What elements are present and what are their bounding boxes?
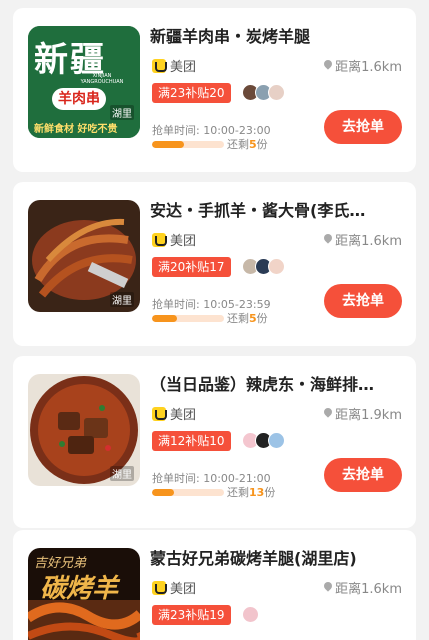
- restaurant-title[interactable]: 蒙古好兄弟碳烤羊腿(湖里店): [150, 548, 404, 570]
- avatar: [242, 606, 259, 623]
- restaurant-title[interactable]: 安达・手抓羊・酱大骨(李氏…: [150, 200, 404, 222]
- restaurant-title[interactable]: （当日品鉴）辣虎东・海鲜排…: [150, 374, 404, 396]
- location-pin-icon: [324, 234, 332, 245]
- distance-label: 距离1.6km: [335, 582, 402, 597]
- meituan-icon: [152, 232, 167, 247]
- location-tag: 湖里: [110, 292, 134, 307]
- thumb-logo-pinyin: XINJIAN YANGROUCHUAN: [80, 73, 124, 85]
- avatar-group: [242, 606, 259, 623]
- restaurant-title[interactable]: 新疆羊肉串・炭烤羊腿: [150, 26, 404, 48]
- platform: 美团: [152, 404, 196, 423]
- meituan-icon: [152, 406, 167, 421]
- avatar-group: [242, 84, 285, 101]
- remaining-stock: 还剩5份: [227, 312, 268, 325]
- stock-progress-fill: [152, 141, 185, 148]
- stock-progress-fill: [152, 489, 174, 496]
- distance: 距离1.9km: [324, 404, 402, 423]
- platform-label: 美团: [170, 582, 197, 597]
- thumb-logo-sub: 羊肉串: [52, 88, 106, 110]
- thumb-text-main: 碳烤羊: [40, 574, 119, 604]
- meituan-icon: [152, 58, 167, 73]
- subsidy-badge: 满12补贴10: [152, 431, 231, 451]
- platform-label: 美团: [170, 408, 197, 423]
- platform-label: 美团: [170, 60, 197, 75]
- location-pin-icon: [324, 60, 332, 71]
- stock-progress-bar: [152, 141, 224, 148]
- deal-card[interactable]: 湖里 （当日品鉴）辣虎东・海鲜排… 美团 距离1.9km 满12补贴10 抢单时…: [13, 356, 416, 528]
- remaining-stock: 还剩5份: [227, 138, 268, 151]
- grab-deal-button[interactable]: 去抢单: [324, 284, 402, 318]
- deal-card[interactable]: 新疆 XINJIAN YANGROUCHUAN 羊肉串 新鲜食材 好吃不贵 湖里…: [13, 8, 416, 172]
- stock-progress-bar: [152, 489, 224, 496]
- location-tag: 湖里: [110, 105, 134, 120]
- grab-deal-button[interactable]: 去抢单: [324, 110, 402, 144]
- subsidy-badge: 满23补贴19: [152, 605, 231, 625]
- restaurant-thumbnail[interactable]: 湖里: [28, 374, 140, 486]
- platform: 美团: [152, 578, 196, 597]
- remaining-stock: 还剩13份: [227, 486, 276, 499]
- distance: 距离1.6km: [324, 56, 402, 75]
- deal-card[interactable]: 吉好兄弟 碳烤羊 蒙古好兄弟碳烤羊腿(湖里店) 美团 距离1.6km 满23补贴…: [13, 530, 416, 640]
- distance: 距离1.6km: [324, 578, 402, 597]
- stock-progress-bar: [152, 315, 224, 322]
- restaurant-thumbnail[interactable]: 新疆 XINJIAN YANGROUCHUAN 羊肉串 新鲜食材 好吃不贵 湖里: [28, 26, 140, 138]
- avatar: [268, 432, 285, 449]
- distance: 距离1.6km: [324, 230, 402, 249]
- avatar: [268, 258, 285, 275]
- thumb-slogan: 新鲜食材 好吃不贵: [34, 124, 118, 135]
- grab-deal-button[interactable]: 去抢单: [324, 458, 402, 492]
- deal-card[interactable]: 湖里 安达・手抓羊・酱大骨(李氏… 美团 距离1.6km 满20补贴17 抢单时…: [13, 182, 416, 346]
- avatar: [268, 84, 285, 101]
- location-pin-icon: [324, 408, 332, 419]
- location-tag: 湖里: [110, 466, 134, 481]
- restaurant-thumbnail[interactable]: 湖里: [28, 200, 140, 312]
- avatar-group: [242, 432, 285, 449]
- platform-label: 美团: [170, 234, 197, 249]
- subsidy-badge: 满23补贴20: [152, 83, 231, 103]
- platform: 美团: [152, 56, 196, 75]
- location-pin-icon: [324, 582, 332, 593]
- distance-label: 距离1.6km: [335, 234, 402, 249]
- subsidy-badge: 满20补贴17: [152, 257, 231, 277]
- restaurant-thumbnail[interactable]: 吉好兄弟 碳烤羊: [28, 548, 140, 640]
- platform: 美团: [152, 230, 196, 249]
- distance-label: 距离1.9km: [335, 408, 402, 423]
- stock-progress-fill: [152, 315, 178, 322]
- avatar-group: [242, 258, 285, 275]
- meituan-icon: [152, 580, 167, 595]
- distance-label: 距离1.6km: [335, 60, 402, 75]
